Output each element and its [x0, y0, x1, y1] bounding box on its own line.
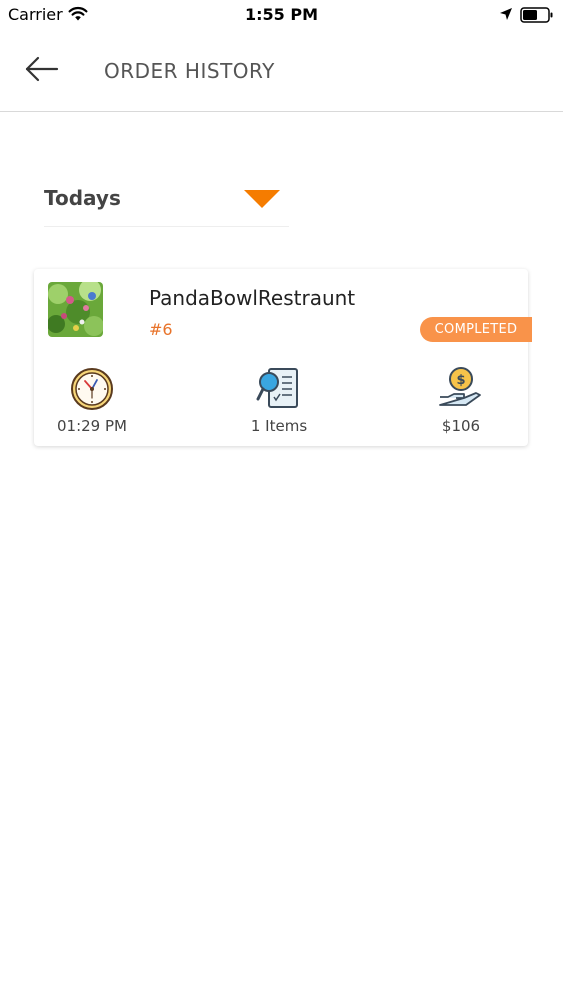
restaurant-thumbnail	[48, 282, 103, 337]
order-card[interactable]: PandaBowlRestraunt #6 COMPLETED 01:29 PM	[34, 269, 532, 446]
clock-icon	[71, 368, 113, 410]
back-button[interactable]	[22, 54, 62, 84]
order-time-label: 01:29 PM	[57, 417, 127, 435]
battery-icon	[520, 7, 553, 23]
date-filter-dropdown[interactable]: Todays	[44, 180, 289, 227]
status-badge: COMPLETED	[420, 317, 532, 342]
money-hand-icon: $	[439, 367, 481, 406]
filter-label: Todays	[44, 186, 121, 210]
search-list-icon	[256, 368, 298, 408]
arrow-left-icon	[25, 56, 59, 82]
page-title: ORDER HISTORY	[104, 59, 275, 83]
order-number: #6	[149, 320, 173, 339]
order-time: 01:29 PM	[22, 367, 162, 439]
order-items: 1 Items	[209, 367, 349, 439]
order-price: $ $106	[391, 367, 531, 439]
caret-down-icon	[244, 190, 280, 208]
svg-text:$: $	[456, 373, 465, 388]
order-items-label: 1 Items	[250, 417, 308, 435]
restaurant-name: PandaBowlRestraunt	[149, 286, 356, 310]
status-bar: Carrier 1:55 PM	[0, 0, 563, 32]
location-arrow-icon	[500, 8, 512, 20]
clock: 1:55 PM	[244, 5, 318, 24]
header: ORDER HISTORY	[0, 32, 563, 112]
order-price-label: $106	[441, 417, 481, 435]
